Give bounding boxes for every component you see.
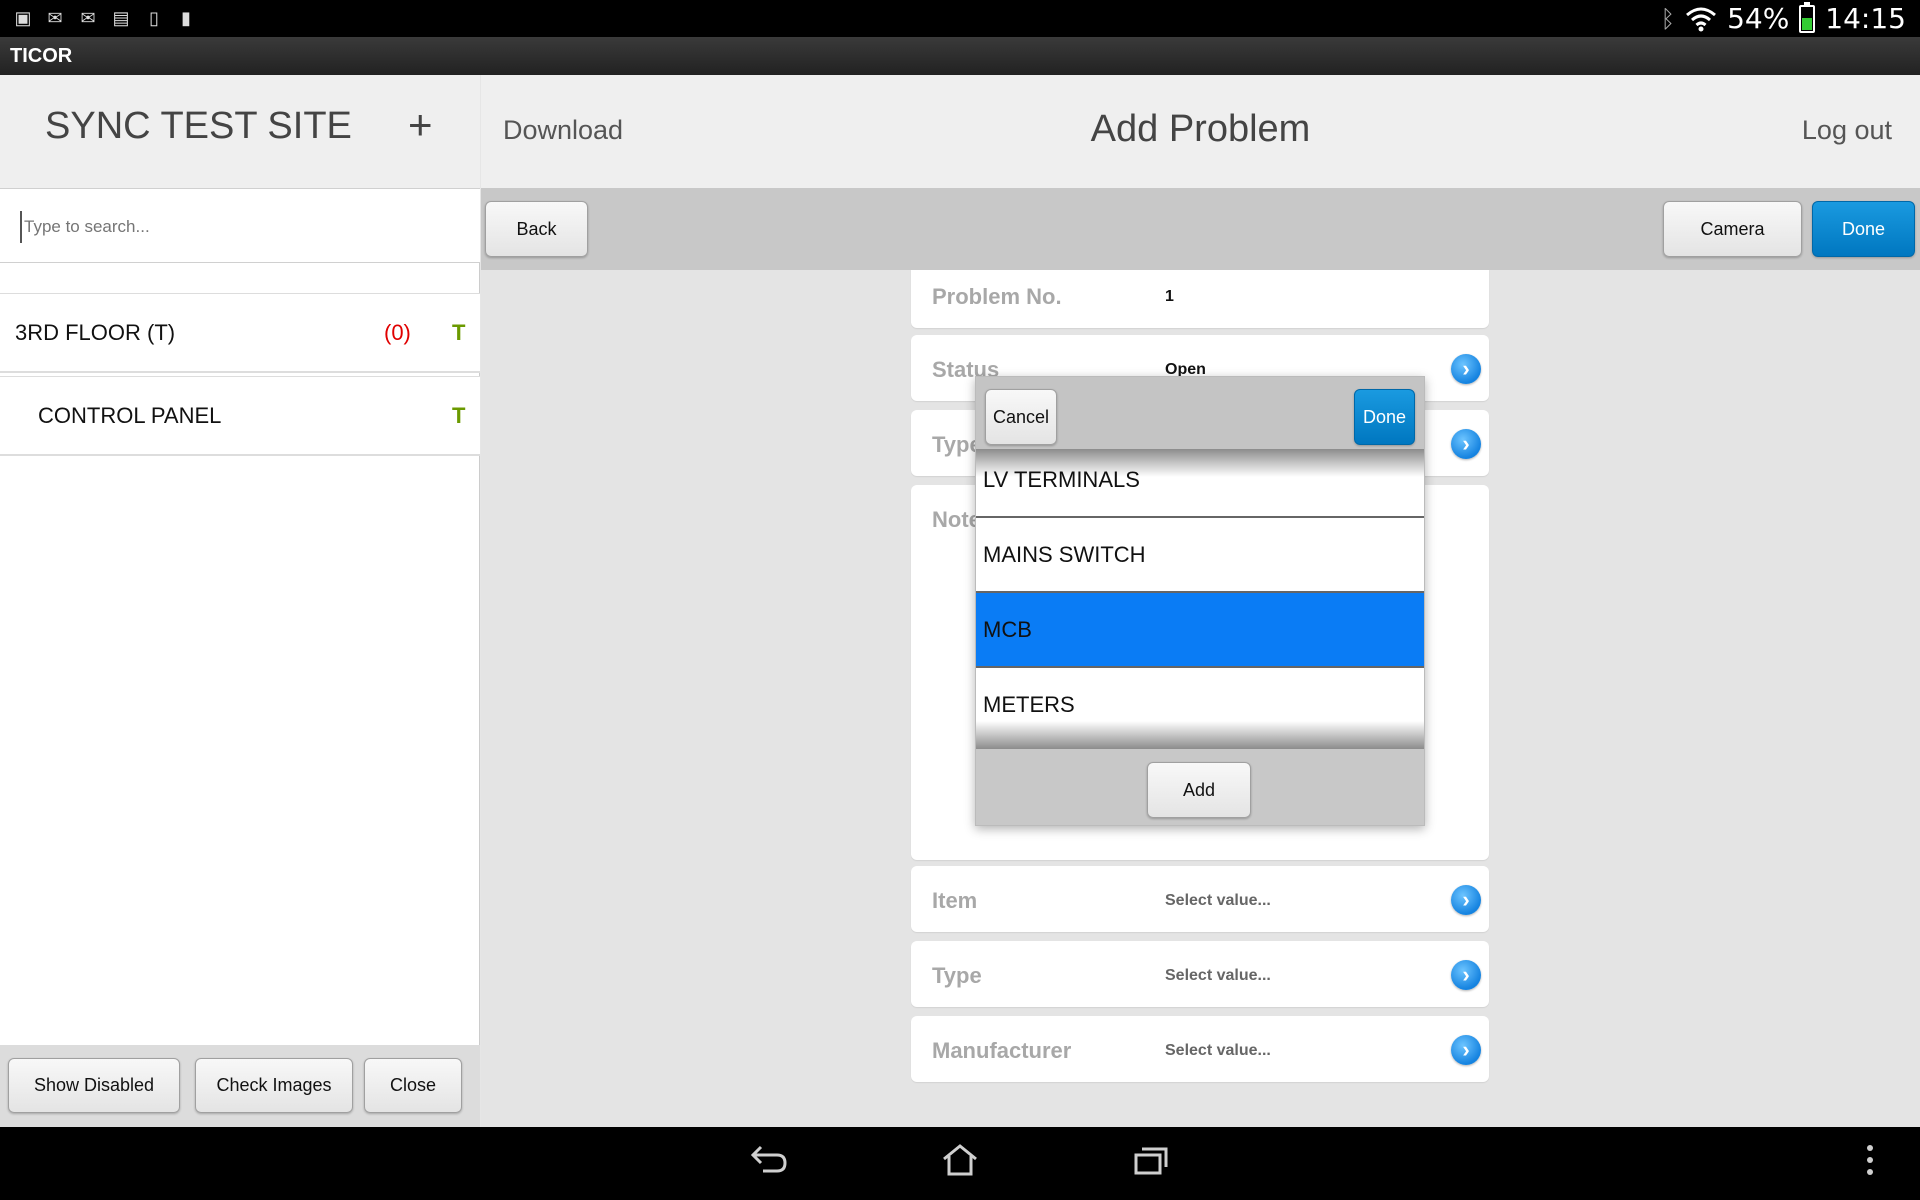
field-label: Problem No. (932, 284, 1062, 309)
picker-done-button[interactable]: Done (1354, 389, 1415, 445)
chevron-right-icon[interactable]: › (1451, 1035, 1481, 1065)
picker-footer: Add (976, 749, 1424, 825)
site-title: SYNC TEST SITE (45, 105, 352, 147)
type-row[interactable]: Type Select value... › (911, 941, 1489, 1007)
picker-cancel-button[interactable]: Cancel (985, 389, 1057, 445)
item-value: Select value... (1165, 892, 1271, 909)
recent-apps-nav-icon[interactable] (1129, 1143, 1175, 1183)
problem-count: (0) (384, 320, 411, 345)
main-toolbar: Back Camera Done (481, 188, 1920, 270)
picker-option[interactable]: LV TERMINALS (976, 449, 1424, 518)
app-title: TICOR (10, 45, 73, 67)
show-disabled-button[interactable]: Show Disabled (8, 1058, 180, 1113)
problem-no-row: Problem No. 1 (911, 270, 1489, 328)
battery-icon (1799, 1, 1816, 33)
sidebar: SYNC TEST SITE + 3RD FLOOR (T) (0) T CON… (0, 75, 480, 1127)
add-site-button[interactable]: + (408, 101, 433, 149)
gallery-icon: ▣ (14, 8, 32, 28)
sd-card-icon: ▮ (181, 8, 191, 28)
site-header: SYNC TEST SITE + (0, 75, 480, 188)
phone-icon: ▯ (149, 8, 159, 28)
back-button[interactable]: Back (485, 201, 588, 257)
menu-overflow-icon[interactable] (1858, 1143, 1882, 1183)
chevron-right-icon[interactable]: › (1451, 429, 1481, 459)
tree-item-3rd-floor[interactable]: 3RD FLOOR (T) (0) T (0, 293, 480, 373)
type-picker-popup: Cancel Done LV TERMINALS MAINS SWITCH MC… (975, 376, 1425, 826)
field-label: Manufacturer (932, 1038, 1072, 1063)
logout-link[interactable]: Log out (1802, 115, 1892, 146)
picker-header: Cancel Done (976, 377, 1424, 449)
picker-list[interactable]: LV TERMINALS MAINS SWITCH MCB METERS (976, 449, 1424, 749)
main-header: Download Add Problem Log out (481, 75, 1920, 188)
picker-option-selected[interactable]: MCB (976, 593, 1424, 668)
picker-option[interactable]: METERS (976, 668, 1424, 743)
close-button[interactable]: Close (364, 1058, 462, 1113)
check-images-button[interactable]: Check Images (195, 1058, 353, 1113)
clock: 14:15 (1825, 2, 1906, 35)
done-button[interactable]: Done (1812, 201, 1915, 257)
chevron-right-icon[interactable]: › (1451, 960, 1481, 990)
field-label: Type (932, 963, 982, 988)
picker-add-button[interactable]: Add (1147, 762, 1251, 818)
app-title-bar: TICOR (0, 37, 1920, 75)
field-label: Item (932, 888, 978, 913)
news-icon: ▤ (112, 8, 130, 28)
tree-item-flag: T (452, 320, 466, 345)
tree-item-label: CONTROL PANEL (38, 403, 222, 428)
tree-item-control-panel[interactable]: CONTROL PANEL T (0, 376, 480, 456)
type-value: Select value... (1165, 967, 1271, 984)
battery-percent: 54% (1727, 2, 1790, 35)
home-nav-icon[interactable] (937, 1143, 983, 1183)
problem-no-value: 1 (1165, 288, 1174, 305)
camera-button[interactable]: Camera (1663, 201, 1802, 257)
sidebar-footer: Show Disabled Check Images Close (0, 1045, 480, 1127)
picker-option[interactable]: MAINS SWITCH (976, 518, 1424, 593)
wifi-icon (1686, 7, 1717, 31)
back-nav-icon[interactable] (746, 1143, 792, 1183)
search-box (0, 188, 480, 263)
tree-item-flag: T (452, 403, 466, 428)
chevron-right-icon[interactable]: › (1451, 885, 1481, 915)
manufacturer-value: Select value... (1165, 1042, 1271, 1059)
status-bar: ▣ ✉ ✉ ▤ ▯ ▮ ᛒ 54% 14:15 (0, 0, 1920, 37)
gmail-icon: ✉ (80, 8, 96, 28)
tree-item-label: 3RD FLOOR (T) (15, 320, 176, 345)
chevron-right-icon[interactable]: › (1451, 354, 1481, 384)
search-input[interactable] (20, 211, 460, 243)
email-icon: ✉ (47, 8, 63, 28)
page-title: Add Problem (1090, 108, 1311, 150)
bluetooth-icon: ᛒ (1660, 4, 1676, 33)
navigation-bar (0, 1127, 1920, 1200)
manufacturer-row[interactable]: Manufacturer Select value... › (911, 1016, 1489, 1082)
item-row[interactable]: Item Select value... › (911, 866, 1489, 932)
